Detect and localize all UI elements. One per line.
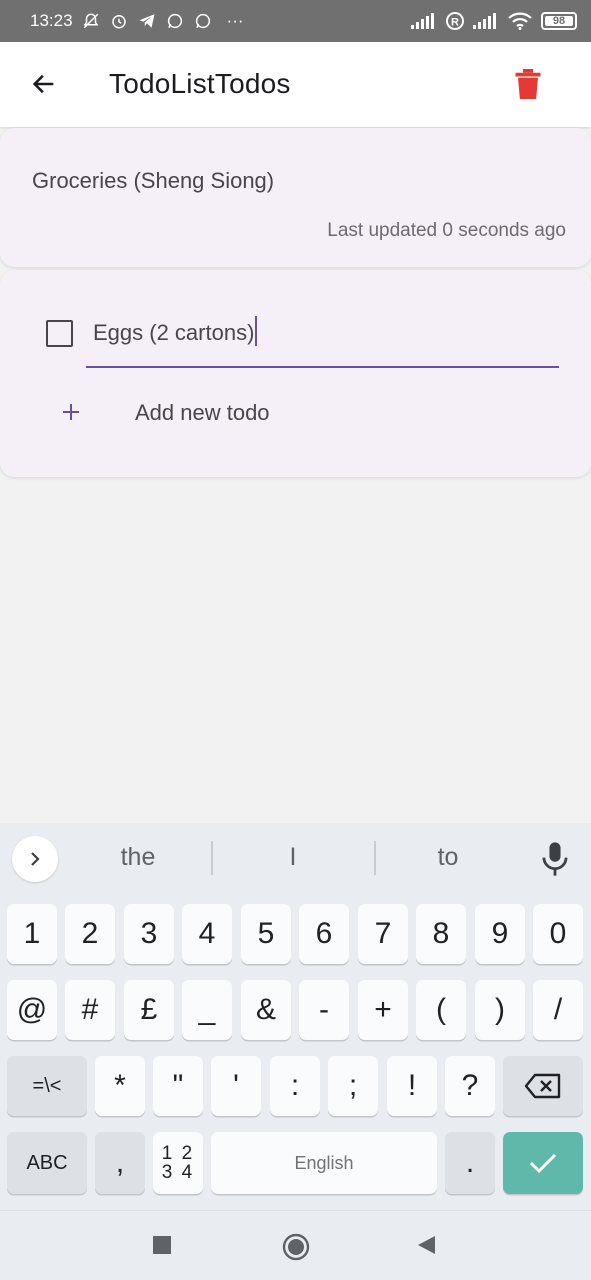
add-todo-button[interactable]: Add new todo	[60, 388, 520, 436]
expand-toolbar-button[interactable]	[12, 836, 58, 882]
whatsapp-icon	[193, 11, 213, 31]
todo-text-value: Eggs (2 cartons)	[93, 316, 258, 346]
plus-icon	[60, 401, 82, 423]
key-6[interactable]: 6	[299, 904, 349, 964]
todos-card: Eggs (2 cartons) Add new todo	[0, 270, 591, 477]
key-exclamation[interactable]: !	[387, 1056, 437, 1116]
key-open-paren[interactable]: (	[416, 980, 466, 1040]
more-notifications: ···	[226, 11, 244, 30]
mic-icon[interactable]	[538, 841, 572, 877]
alarm-icon	[109, 11, 129, 31]
key-9[interactable]: 9	[475, 904, 525, 964]
app-bar: TodoListTodos	[0, 42, 591, 127]
signal-icon	[411, 11, 437, 31]
svg-text:R: R	[451, 17, 459, 29]
telegram-icon	[137, 11, 157, 31]
signal-icon	[473, 11, 499, 31]
mute-icon	[81, 11, 101, 31]
suggestion-3[interactable]: to	[368, 843, 528, 872]
list-name[interactable]: Groceries (Sheng Siong)	[32, 168, 274, 194]
status-time: 13:23	[30, 11, 73, 30]
key-comma[interactable]: ,	[95, 1132, 145, 1194]
suggestion-2[interactable]: I	[213, 843, 373, 872]
trash-icon	[515, 69, 541, 99]
key-1[interactable]: 1	[7, 904, 57, 964]
roaming-icon: R	[445, 11, 465, 31]
whatsapp-icon	[165, 11, 185, 31]
notification-icons: ···	[81, 11, 244, 31]
key-7[interactable]: 7	[358, 904, 408, 964]
backspace-icon	[524, 1073, 561, 1099]
recent-apps-button[interactable]	[150, 1233, 174, 1257]
key-asterisk[interactable]: *	[95, 1056, 145, 1116]
recent-apps-icon	[153, 1236, 171, 1254]
battery-level: 98	[552, 15, 566, 27]
backspace-key[interactable]	[503, 1056, 583, 1116]
chevron-right-icon	[31, 852, 40, 866]
space-key[interactable]: English	[211, 1132, 437, 1194]
back-icon	[418, 1236, 435, 1254]
key-single-quote[interactable]: '	[211, 1056, 261, 1116]
key-underscore[interactable]: _	[182, 980, 232, 1040]
arrow-left-icon	[32, 74, 54, 94]
back-button[interactable]	[24, 64, 64, 104]
key-plus[interactable]: +	[358, 980, 408, 1040]
key-pound[interactable]: £	[124, 980, 174, 1040]
system-icons: R 98	[411, 11, 577, 31]
key-minus[interactable]: -	[299, 980, 349, 1040]
todo-checkbox[interactable]	[46, 320, 73, 347]
system-nav-bar	[0, 1210, 591, 1280]
key-semicolon[interactable]: ;	[328, 1056, 378, 1116]
suggestion-1[interactable]: the	[58, 843, 218, 872]
key-ampersand[interactable]: &	[241, 980, 291, 1040]
last-updated-text: Last updated 0 seconds ago	[327, 220, 566, 241]
battery-icon: 98	[541, 12, 577, 30]
key-close-paren[interactable]: )	[475, 980, 525, 1040]
status-bar: 13:23 ··· R 98	[0, 0, 591, 42]
key-5[interactable]: 5	[241, 904, 291, 964]
key-3[interactable]: 3	[124, 904, 174, 964]
enter-key[interactable]	[503, 1132, 583, 1194]
key-0[interactable]: 0	[533, 904, 583, 964]
checkmark-icon	[529, 1153, 557, 1174]
page-title: TodoListTodos	[109, 68, 291, 99]
key-more-symbols[interactable]: =\<	[7, 1056, 87, 1116]
back-nav-button[interactable]	[414, 1233, 438, 1257]
key-slash[interactable]: /	[533, 980, 583, 1040]
key-abc[interactable]: ABC	[7, 1132, 87, 1194]
delete-list-button[interactable]	[508, 64, 548, 104]
suggestion-bar: the I to	[0, 823, 591, 895]
wifi-icon	[507, 11, 533, 31]
key-numpad[interactable]: 1 23 4	[153, 1132, 203, 1194]
key-4[interactable]: 4	[182, 904, 232, 964]
home-icon	[282, 1233, 310, 1261]
text-caret	[255, 316, 258, 346]
key-period[interactable]: .	[445, 1132, 495, 1194]
key-colon[interactable]: :	[270, 1056, 320, 1116]
key-hash[interactable]: #	[65, 980, 115, 1040]
key-at[interactable]: @	[7, 980, 57, 1040]
todo-text-field[interactable]: Eggs (2 cartons)	[86, 300, 559, 368]
key-2[interactable]: 2	[65, 904, 115, 964]
add-todo-label: Add new todo	[135, 400, 270, 425]
home-button[interactable]	[282, 1233, 310, 1261]
list-info-card[interactable]: Groceries (Sheng Siong) Last updated 0 s…	[0, 128, 591, 267]
key-question[interactable]: ?	[445, 1056, 495, 1116]
key-double-quote[interactable]: "	[153, 1056, 203, 1116]
key-8[interactable]: 8	[416, 904, 466, 964]
